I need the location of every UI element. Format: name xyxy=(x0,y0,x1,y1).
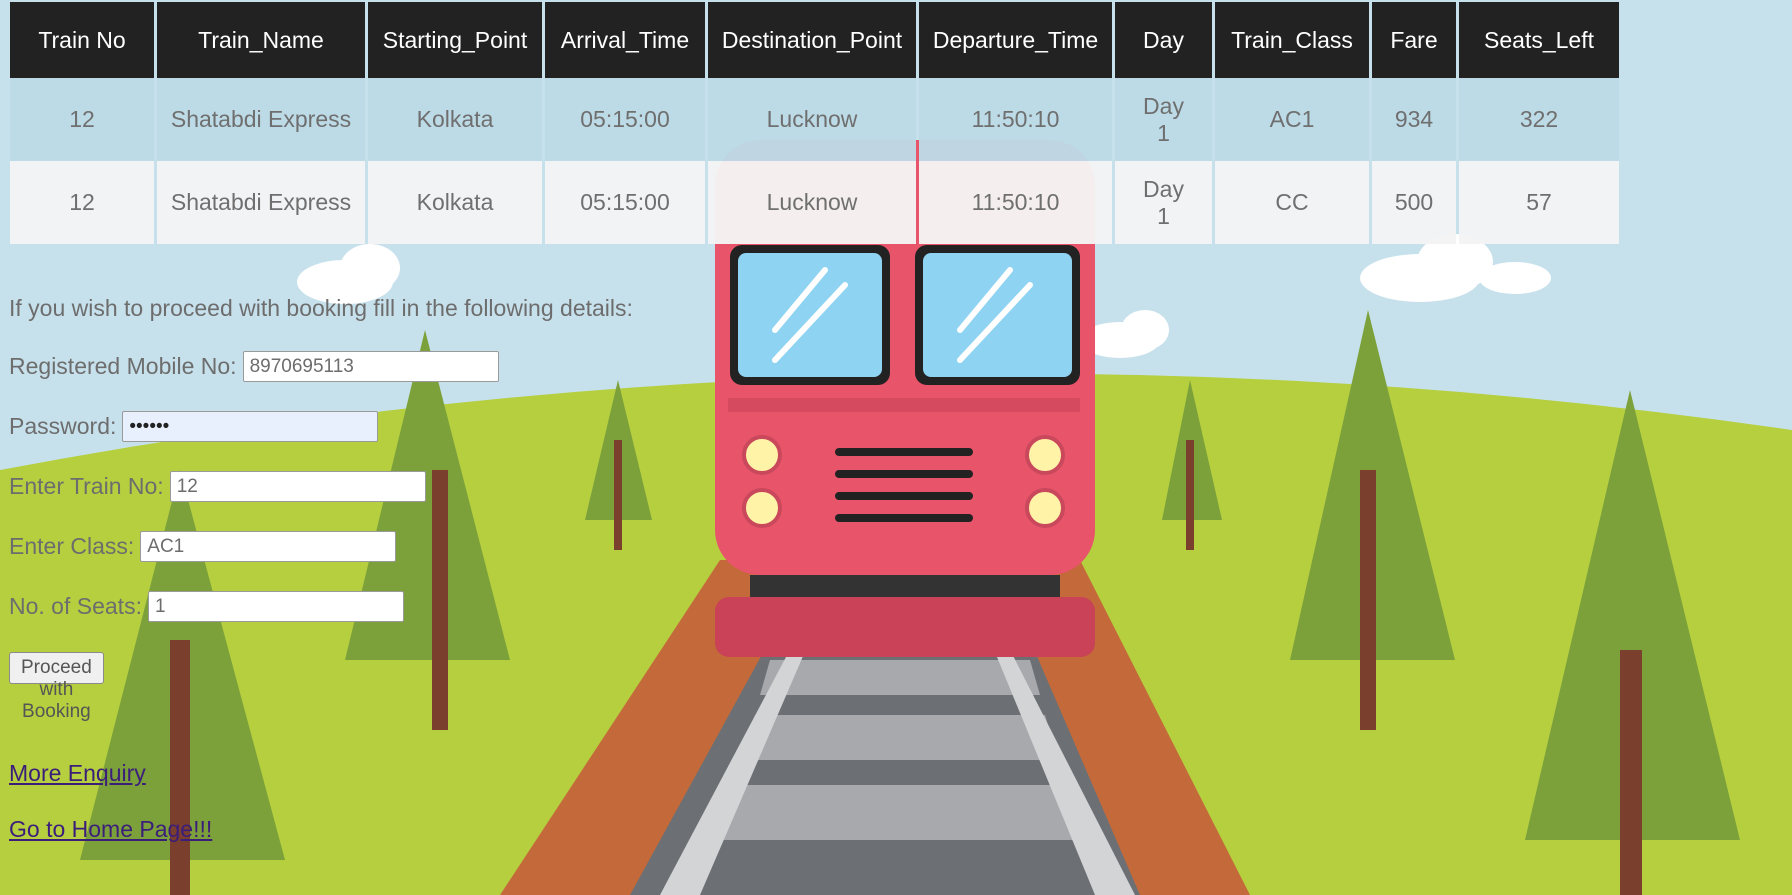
proceed-booking-button[interactable]: Proceed with Booking xyxy=(9,652,104,722)
header-seats-left: Seats_Left xyxy=(1459,2,1619,78)
mobile-row: Registered Mobile No: xyxy=(9,351,499,382)
cell-departure-time: 11:50:10 xyxy=(919,78,1112,161)
password-label: Password: xyxy=(9,413,117,439)
cell-train-name: Shatabdi Express xyxy=(157,78,365,161)
cell-arrival-time: 05:15:00 xyxy=(545,78,705,161)
train-no-input[interactable] xyxy=(169,471,426,502)
cell-train-no: 12 xyxy=(10,161,154,244)
header-train-class: Train_Class xyxy=(1215,2,1369,78)
cell-arrival-time: 05:15:00 xyxy=(545,161,705,244)
seats-label: No. of Seats: xyxy=(9,593,142,619)
header-arrival-time: Arrival_Time xyxy=(545,2,705,78)
seats-row: No. of Seats: xyxy=(9,591,404,622)
table-row: 12 Shatabdi Express Kolkata 05:15:00 Luc… xyxy=(10,161,1619,244)
cell-destination-point: Lucknow xyxy=(708,78,916,161)
header-day: Day xyxy=(1115,2,1212,78)
seats-input[interactable] xyxy=(147,591,404,622)
cell-fare: 500 xyxy=(1372,161,1456,244)
header-destination-point: Destination_Point xyxy=(708,2,916,78)
cell-starting-point: Kolkata xyxy=(368,78,542,161)
mobile-input[interactable] xyxy=(242,351,499,382)
password-input[interactable] xyxy=(122,411,379,442)
more-enquiry-link[interactable]: More Enquiry xyxy=(9,760,146,787)
booking-intro-text: If you wish to proceed with booking fill… xyxy=(9,295,633,321)
cell-day: Day 1 xyxy=(1115,78,1212,161)
password-row: Password: xyxy=(9,411,379,442)
train-no-label: Enter Train No: xyxy=(9,473,164,499)
class-input[interactable] xyxy=(140,531,397,562)
class-label: Enter Class: xyxy=(9,533,135,559)
header-departure-time: Departure_Time xyxy=(919,2,1112,78)
cell-departure-time: 11:50:10 xyxy=(919,161,1112,244)
cell-train-no: 12 xyxy=(10,78,154,161)
cell-train-class: AC1 xyxy=(1215,78,1369,161)
header-train-no: Train No xyxy=(10,2,154,78)
header-starting-point: Starting_Point xyxy=(368,2,542,78)
table-header-row: Train No Train_Name Starting_Point Arriv… xyxy=(10,2,1619,78)
train-results-table: Train No Train_Name Starting_Point Arriv… xyxy=(7,2,1622,244)
header-fare: Fare xyxy=(1372,2,1456,78)
cell-starting-point: Kolkata xyxy=(368,161,542,244)
cell-seats-left: 322 xyxy=(1459,78,1619,161)
header-train-name: Train_Name xyxy=(157,2,365,78)
cell-train-class: CC xyxy=(1215,161,1369,244)
cell-seats-left: 57 xyxy=(1459,161,1619,244)
class-row: Enter Class: xyxy=(9,531,397,562)
cell-train-name: Shatabdi Express xyxy=(157,161,365,244)
cell-day: Day 1 xyxy=(1115,161,1212,244)
train-no-row: Enter Train No: xyxy=(9,471,426,502)
mobile-label: Registered Mobile No: xyxy=(9,353,237,379)
cell-destination-point: Lucknow xyxy=(708,161,916,244)
cell-fare: 934 xyxy=(1372,78,1456,161)
table-row: 12 Shatabdi Express Kolkata 05:15:00 Luc… xyxy=(10,78,1619,161)
home-page-link[interactable]: Go to Home Page!!! xyxy=(9,816,212,843)
